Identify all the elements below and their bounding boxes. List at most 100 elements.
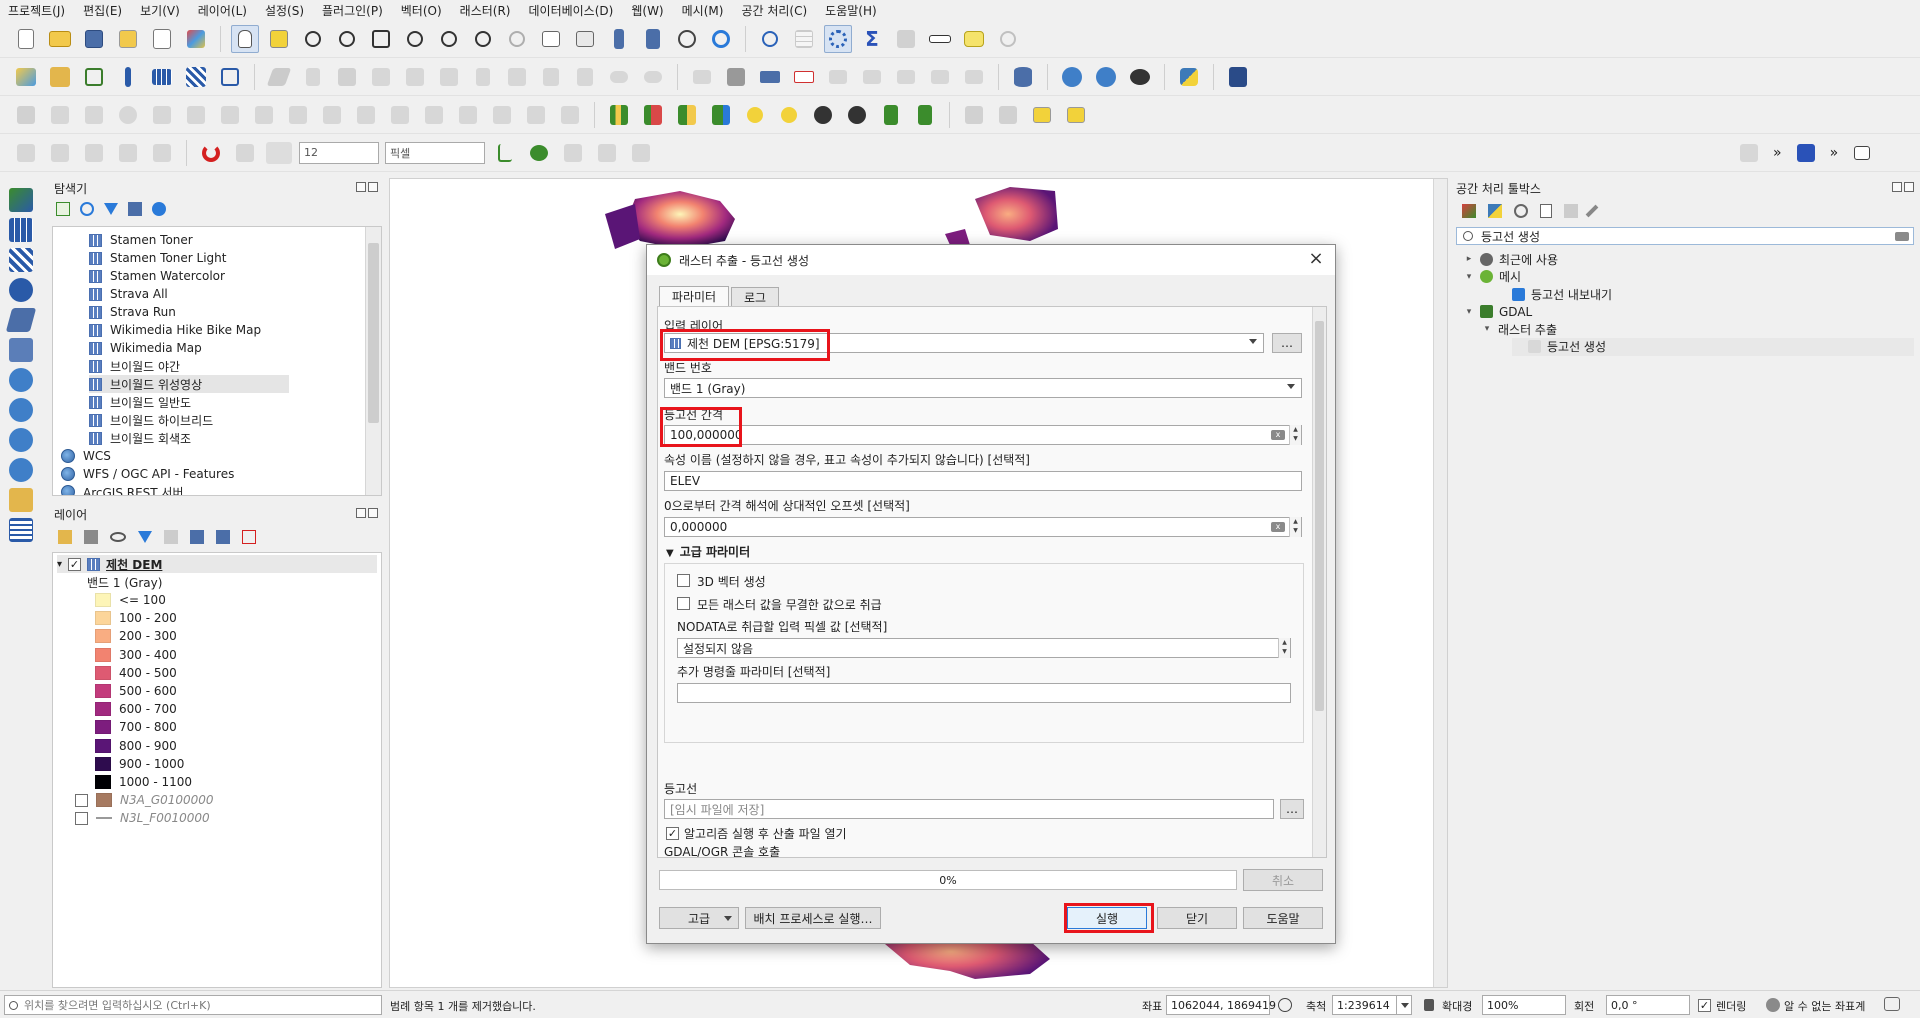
pan-button[interactable] — [231, 24, 259, 53]
add-arcgis-icon[interactable] — [9, 458, 33, 482]
menu-item-10[interactable]: 메시(M) — [682, 2, 724, 19]
help-button[interactable] — [1224, 63, 1252, 91]
filter-select-2-button[interactable] — [911, 101, 939, 129]
interval-input[interactable]: 100,000000 x ▲ ▼ — [664, 425, 1302, 445]
toolbox-tree-item[interactable]: 등고선 내보내기 — [1496, 285, 1612, 303]
menu-item-1[interactable]: 편집(E) — [83, 2, 122, 19]
delete-selected-button[interactable] — [469, 63, 497, 91]
snap-4-button[interactable] — [114, 139, 142, 167]
menu-item-6[interactable]: 벡터(O) — [401, 2, 442, 19]
layers-panel-controls[interactable] — [356, 508, 378, 520]
shape-10-button[interactable] — [386, 101, 414, 129]
paste-features-button[interactable] — [571, 63, 599, 91]
add-vector-icon[interactable] — [9, 188, 33, 212]
toolbox-tree-item[interactable]: 등고선 생성 — [1512, 337, 1914, 356]
filter-layer-icon[interactable] — [138, 531, 152, 543]
add-layer-button[interactable] — [46, 63, 74, 91]
filter-select-button[interactable] — [877, 101, 905, 129]
layer-row-dem[interactable]: ▾ ✓ 제천 DEM — [57, 555, 377, 573]
output-more-button[interactable]: … — [1280, 799, 1304, 819]
browser-item[interactable]: Wikimedia Hike Bike Map — [89, 321, 261, 339]
modify-attributes-button[interactable] — [435, 63, 463, 91]
label-abc-red-button[interactable] — [790, 63, 818, 91]
locator-search-input[interactable]: 위치를 찾으려면 입력하십시오 (Ctrl+K) — [4, 995, 382, 1015]
layer-visibility-checkbox[interactable]: ✓ — [68, 557, 82, 571]
browser-panel-controls[interactable] — [356, 182, 378, 194]
clear-search-icon[interactable] — [1895, 232, 1909, 241]
shape-15-button[interactable] — [556, 101, 584, 129]
crs-globe-icon[interactable] — [1766, 998, 1780, 1012]
band-select[interactable]: 밴드 1 (Gray) — [664, 378, 1302, 398]
map-tips-button[interactable] — [960, 25, 988, 53]
zoom-layer-button[interactable] — [435, 25, 463, 53]
add-wfs-icon[interactable] — [9, 428, 33, 452]
style-brush-icon[interactable] — [58, 530, 72, 544]
dock-toggle-button[interactable] — [1848, 139, 1876, 167]
toolbox-search-input[interactable]: 등고선 생성 — [1456, 227, 1914, 245]
tree-expand-icon[interactable]: ▾ — [1464, 272, 1474, 282]
toolbar-overflow-icon[interactable]: » — [1773, 145, 1782, 161]
menu-item-11[interactable]: 공간 처리(C) — [741, 2, 807, 19]
tree-expand-icon[interactable]: ▸ — [1464, 254, 1474, 264]
zoom-last-button[interactable] — [503, 25, 531, 53]
zoom-in-button[interactable] — [299, 25, 327, 53]
trace-button[interactable] — [491, 139, 519, 167]
attr-input[interactable]: ELEV — [664, 471, 1302, 491]
snap-vector-button[interactable] — [231, 139, 259, 167]
toolbar-overflow-2-icon[interactable]: » — [1830, 145, 1839, 161]
edit-features-icon[interactable] — [1564, 204, 1578, 218]
zoom-selection-button[interactable] — [401, 25, 429, 53]
select-location-button[interactable] — [673, 101, 701, 129]
float-2-icon[interactable] — [356, 508, 366, 518]
filter-expression-icon[interactable] — [164, 530, 178, 544]
results-icon[interactable] — [1540, 204, 1552, 218]
magnet-button[interactable] — [197, 139, 225, 167]
browser-item[interactable]: Strava All — [89, 285, 168, 303]
close-icon[interactable]: × — [1307, 250, 1325, 269]
label-toolbar-button[interactable] — [688, 63, 716, 91]
menu-item-2[interactable]: 보기(V) — [140, 2, 180, 19]
extent-button[interactable] — [960, 101, 988, 129]
undo-button[interactable] — [605, 63, 633, 91]
expand-arrow-icon[interactable]: ▾ — [57, 559, 62, 570]
menu-item-12[interactable]: 도움말(H) — [825, 2, 877, 19]
cancel-button[interactable]: 취소 — [1243, 869, 1323, 891]
add-vector-layer-button[interactable] — [80, 63, 108, 91]
select-rect-button[interactable] — [1028, 101, 1056, 129]
snap-5-button[interactable] — [148, 139, 176, 167]
coord-toggle-icon[interactable] — [1278, 998, 1292, 1012]
save-edits-button[interactable] — [333, 63, 361, 91]
browser-scroll-thumb[interactable] — [368, 243, 379, 423]
add-postgis-icon[interactable] — [9, 338, 33, 362]
expand-all-icon[interactable] — [190, 530, 204, 544]
close-button[interactable]: 닫기 — [1157, 907, 1237, 929]
shape-11-button[interactable] — [420, 101, 448, 129]
shape-4-button[interactable] — [182, 101, 210, 129]
shape-7-button[interactable] — [284, 101, 312, 129]
layer-row-extra[interactable]: N3L_F0010000 — [75, 809, 210, 827]
add-virtual-layer-button[interactable] — [216, 63, 244, 91]
label-diagram-button[interactable] — [960, 63, 988, 91]
messages-icon[interactable] — [1884, 997, 1900, 1011]
processing-toolbox-button[interactable] — [824, 24, 852, 53]
pan-to-selection-button[interactable] — [265, 25, 293, 53]
shape-3-button[interactable] — [148, 101, 176, 129]
spin-icon[interactable]: ▲ ▼ — [1289, 425, 1301, 445]
temporal-controller-button[interactable] — [605, 25, 633, 53]
collapse-layers-icon[interactable] — [216, 530, 230, 544]
add-raster-layer-button[interactable] — [148, 63, 176, 91]
annotation-button[interactable] — [1735, 139, 1763, 167]
copy-features-button[interactable] — [537, 63, 565, 91]
add-wcs-icon[interactable] — [9, 398, 33, 422]
zoom-native-button[interactable] — [469, 25, 497, 53]
info-icon[interactable] — [152, 202, 166, 216]
add-raster-icon[interactable] — [9, 218, 33, 242]
attribute-table-button[interactable] — [790, 25, 818, 53]
new-map-view-button[interactable] — [537, 25, 565, 53]
collapse-all-icon[interactable] — [128, 202, 142, 216]
menu-item-4[interactable]: 설정(S) — [265, 2, 304, 19]
label-change-button[interactable] — [892, 63, 920, 91]
data-source-manager-button[interactable] — [12, 63, 40, 91]
select-features-button[interactable] — [605, 101, 633, 129]
save-project-button[interactable] — [80, 25, 108, 53]
